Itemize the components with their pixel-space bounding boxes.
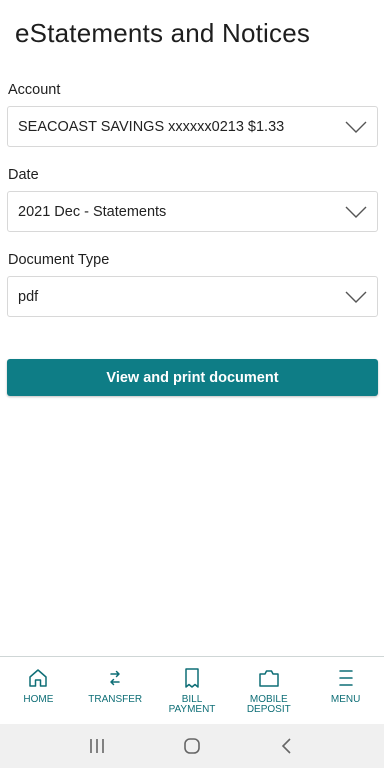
nav-item-bill-payment[interactable]: BILL PAYMENT [154,657,231,724]
document-type-value: pdf [18,288,39,305]
nav-item-mobile-deposit[interactable]: MOBILE DEPOSIT [230,657,307,724]
view-print-document-button[interactable]: View and print document [7,359,378,396]
nav-item-menu[interactable]: MENU [307,657,384,724]
deposit-icon [259,670,279,687]
account-label: Account [8,82,61,98]
document-type-label: Document Type [8,252,110,268]
date-value: 2021 Dec - Statements [18,203,167,220]
estatements-screen: eStatements and Notices Account SEACOAST… [0,0,384,768]
account-select[interactable]: SEACOAST SAVINGS xxxxxx0213 $1.33 [7,106,378,147]
chevron-down-icon [345,206,367,218]
recent-apps-icon[interactable] [87,736,107,756]
nav-item-home[interactable]: HOME [0,657,77,724]
bottom-nav: HOME TRANSFER BILL PAYMENT MOBILE DEPOSI… [0,656,384,724]
nav-label-menu: MENU [330,694,361,705]
nav-label-transfer: TRANSFER [88,694,143,705]
home-icon [29,669,48,687]
nav-label-mobile-deposit: MOBILE DEPOSIT [246,694,291,715]
date-label: Date [8,167,39,183]
system-nav-bar [0,724,384,768]
back-icon[interactable] [277,736,297,756]
document-type-select[interactable]: pdf [7,276,378,317]
menu-icon [338,670,353,686]
nav-item-transfer[interactable]: TRANSFER [77,657,154,724]
transfer-icon [110,670,120,686]
nav-label-bill-payment: BILL PAYMENT [168,694,216,715]
receipt-icon [185,668,199,688]
date-select[interactable]: 2021 Dec - Statements [7,191,378,232]
nav-label-home: HOME [23,694,54,705]
account-value: SEACOAST SAVINGS xxxxxx0213 $1.33 [18,118,285,135]
page-title: eStatements and Notices [15,18,311,48]
home-circle-icon[interactable] [182,736,202,756]
chevron-down-icon [345,291,367,303]
chevron-down-icon [345,121,367,133]
